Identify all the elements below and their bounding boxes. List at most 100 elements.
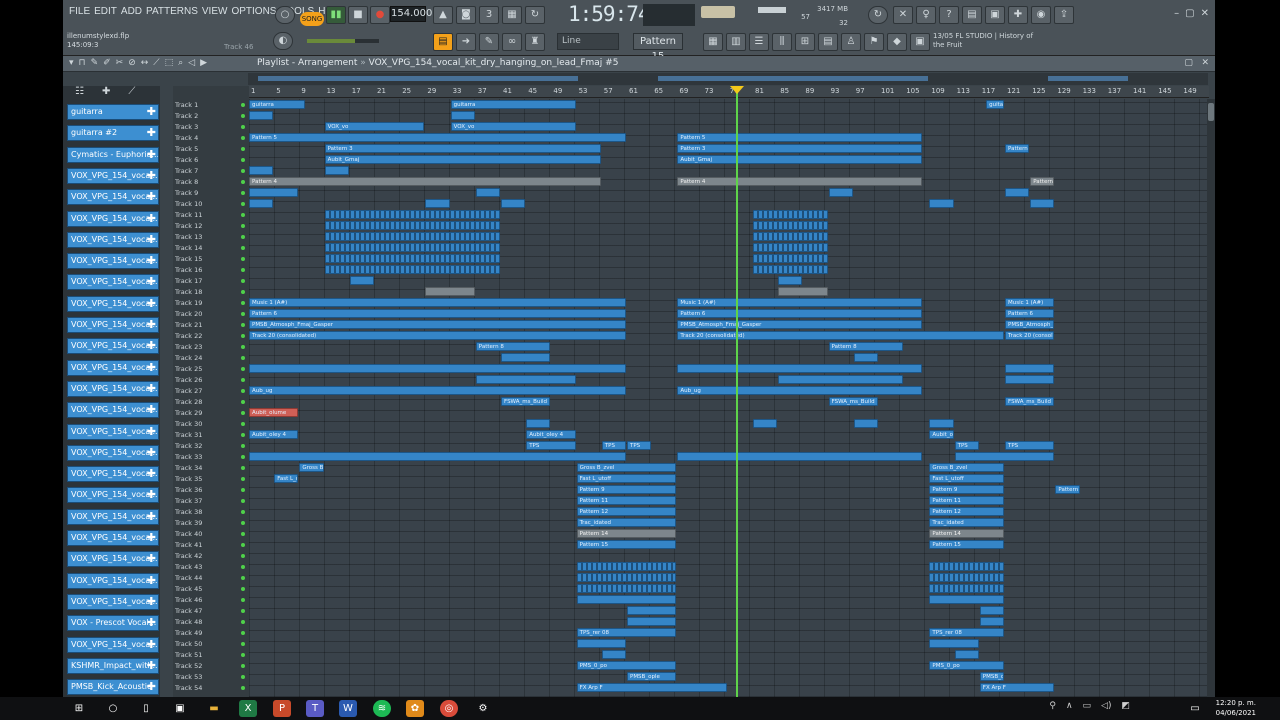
track-header[interactable]: Track 4 bbox=[175, 133, 247, 143]
menu-edit[interactable]: EDIT bbox=[94, 6, 117, 17]
track-header[interactable]: Track 49 bbox=[175, 628, 247, 638]
playlist-clip[interactable]: Track 20 (consolidated) bbox=[677, 331, 1004, 340]
track-mute-icon[interactable] bbox=[241, 246, 245, 250]
add-icon[interactable]: ✚ bbox=[147, 616, 156, 630]
playlist-clip[interactable] bbox=[249, 364, 626, 373]
add-icon[interactable]: ✚ bbox=[147, 275, 156, 289]
track-mute-icon[interactable] bbox=[241, 114, 245, 118]
track-header[interactable]: Track 54 bbox=[175, 683, 247, 693]
track-header[interactable]: Track 14 bbox=[175, 243, 247, 253]
track-header[interactable]: Track 53 bbox=[175, 672, 247, 682]
playlist-clip[interactable] bbox=[249, 188, 299, 197]
playlist-clip[interactable]: Aub_ug bbox=[249, 386, 626, 395]
playlist-clip[interactable] bbox=[324, 210, 500, 219]
add-icon[interactable]: ✚ bbox=[147, 233, 156, 247]
add-icon[interactable]: ✚ bbox=[147, 467, 156, 481]
picker-item[interactable]: PMSB_Kick_Acoustic ✚ bbox=[67, 679, 159, 696]
playlist-clip[interactable]: PMSB_Atmosph_Fmaj_Gasper bbox=[1005, 320, 1055, 329]
track-header[interactable]: Track 42 bbox=[175, 551, 247, 561]
track-header[interactable]: Track 24 bbox=[175, 353, 247, 363]
playlist-clip[interactable] bbox=[349, 276, 374, 285]
playlist-clip[interactable]: Pattern 5 bbox=[677, 133, 923, 142]
picker-item[interactable]: VOX_VPG_154_vocal... ✚ bbox=[67, 274, 159, 291]
eq-icon[interactable]: ⫼ bbox=[772, 33, 792, 51]
playlist-clip[interactable]: Pattern 15 bbox=[929, 540, 1004, 549]
track-header[interactable]: Track 48 bbox=[175, 617, 247, 627]
track-header[interactable]: Track 40 bbox=[175, 529, 247, 539]
picker-item[interactable]: VOX_VPG_154_vocal... ✚ bbox=[67, 167, 159, 184]
playlist-clip[interactable]: PMSB_ople bbox=[979, 672, 1004, 681]
playlist-clip[interactable] bbox=[929, 562, 1004, 571]
playlist-clip[interactable] bbox=[753, 419, 778, 428]
track-mute-icon[interactable] bbox=[241, 543, 245, 547]
playlist-clip[interactable] bbox=[753, 243, 828, 252]
playlist-clip[interactable] bbox=[753, 254, 828, 263]
minimize-icon[interactable]: – bbox=[1174, 8, 1179, 19]
playlist-clip[interactable]: Pattern 9 bbox=[1055, 485, 1080, 494]
slice-icon[interactable]: ⟋ bbox=[153, 58, 159, 68]
online-icon[interactable]: ↻ bbox=[868, 6, 888, 24]
playlist-clip[interactable]: Pattern 14 bbox=[576, 529, 677, 538]
brush-icon[interactable]: ✎ bbox=[479, 33, 499, 51]
playlist-clip[interactable] bbox=[627, 606, 677, 615]
mixer-icon[interactable]: ☰ bbox=[749, 33, 769, 51]
playlist-clip[interactable] bbox=[425, 287, 475, 296]
track-header[interactable]: Track 1 bbox=[175, 100, 247, 110]
playlist-clip[interactable] bbox=[1030, 199, 1055, 208]
track-mute-icon[interactable] bbox=[241, 642, 245, 646]
playlist-clip[interactable]: Pattern 8 bbox=[828, 342, 904, 351]
add-icon[interactable]: ✚ bbox=[147, 126, 156, 140]
playlist-clip[interactable] bbox=[778, 276, 803, 285]
track-mute-icon[interactable] bbox=[241, 103, 245, 107]
track-header[interactable]: Track 39 bbox=[175, 518, 247, 528]
playlist-clip[interactable] bbox=[249, 199, 274, 208]
track-mute-icon[interactable] bbox=[241, 411, 245, 415]
playlist-clip[interactable]: PMS_0_po bbox=[929, 661, 1004, 670]
track-mute-icon[interactable] bbox=[241, 664, 245, 668]
track-mute-icon[interactable] bbox=[241, 587, 245, 591]
track-mute-icon[interactable] bbox=[241, 367, 245, 371]
picker-item[interactable]: VOX_VPG_154_vocal... ✚ bbox=[67, 466, 159, 483]
tempo-tap-icon[interactable]: ⚑ bbox=[864, 33, 884, 51]
add-icon[interactable]: ✚ bbox=[147, 190, 156, 204]
playlist-clip[interactable]: Aubit_Gmaj bbox=[324, 155, 601, 164]
playlist-clip[interactable]: Trac_idated bbox=[576, 518, 677, 527]
track-mute-icon[interactable] bbox=[241, 510, 245, 514]
chevron-up-icon[interactable]: ∧ bbox=[1066, 701, 1073, 711]
playlist-clip[interactable]: Pattern 11 bbox=[929, 496, 1004, 505]
file-explorer-icon[interactable]: ▬ bbox=[205, 700, 223, 717]
playlist-clip[interactable]: Pattern 12 bbox=[576, 507, 677, 516]
playlist-clip[interactable]: TPS bbox=[627, 441, 652, 450]
windows-start-icon[interactable]: ⊞ bbox=[70, 700, 88, 717]
track-mute-icon[interactable] bbox=[241, 378, 245, 382]
picker-item[interactable]: guitarra ✚ bbox=[67, 104, 159, 120]
export-icon[interactable]: ⇪ bbox=[1054, 6, 1074, 24]
paint-icon[interactable]: ✐ bbox=[103, 58, 111, 68]
record-icon[interactable]: ● bbox=[370, 6, 390, 24]
track-mute-icon[interactable] bbox=[241, 158, 245, 162]
playhead-marker-icon[interactable] bbox=[730, 86, 744, 94]
track-header[interactable]: Track 6 bbox=[175, 155, 247, 165]
playlist-clip[interactable]: Pattern 6 bbox=[249, 309, 626, 318]
playlist-clip[interactable]: Pattern 4 bbox=[249, 177, 601, 186]
tools-icon[interactable]: ✕ bbox=[893, 6, 913, 24]
close-icon[interactable]: ✕ bbox=[1201, 58, 1209, 68]
playlist-clip[interactable]: Pattern 4 bbox=[677, 177, 923, 186]
track-mute-icon[interactable] bbox=[241, 466, 245, 470]
add-icon[interactable]: ✚ bbox=[147, 488, 156, 502]
arrangement-grid[interactable]: guitarra guitarra guitarra VOX_vo VOX_vo Patt… bbox=[249, 99, 1209, 697]
playlist-clip[interactable]: Trac_idated bbox=[929, 518, 1004, 527]
track-header[interactable]: Track 13 bbox=[175, 232, 247, 242]
track-mute-icon[interactable] bbox=[241, 576, 245, 580]
picker-item[interactable]: VOX_VPG_154_vocal... ✚ bbox=[67, 253, 159, 270]
playlist-clip[interactable] bbox=[954, 650, 979, 659]
track-header[interactable]: Track 50 bbox=[175, 639, 247, 649]
track-header[interactable]: Track 3 bbox=[175, 122, 247, 132]
playlist-clip[interactable] bbox=[677, 364, 923, 373]
maximize-icon[interactable]: ▢ bbox=[1184, 58, 1193, 68]
plugin-picker-icon[interactable]: ♙ bbox=[841, 33, 861, 51]
playlist-clip[interactable]: PMSB_ople bbox=[627, 672, 677, 681]
playlist-clip[interactable]: VOX_vo bbox=[324, 122, 425, 131]
spotify-icon[interactable]: ≋ bbox=[373, 700, 391, 717]
keyboard-icon[interactable]: ▤ bbox=[962, 6, 982, 24]
